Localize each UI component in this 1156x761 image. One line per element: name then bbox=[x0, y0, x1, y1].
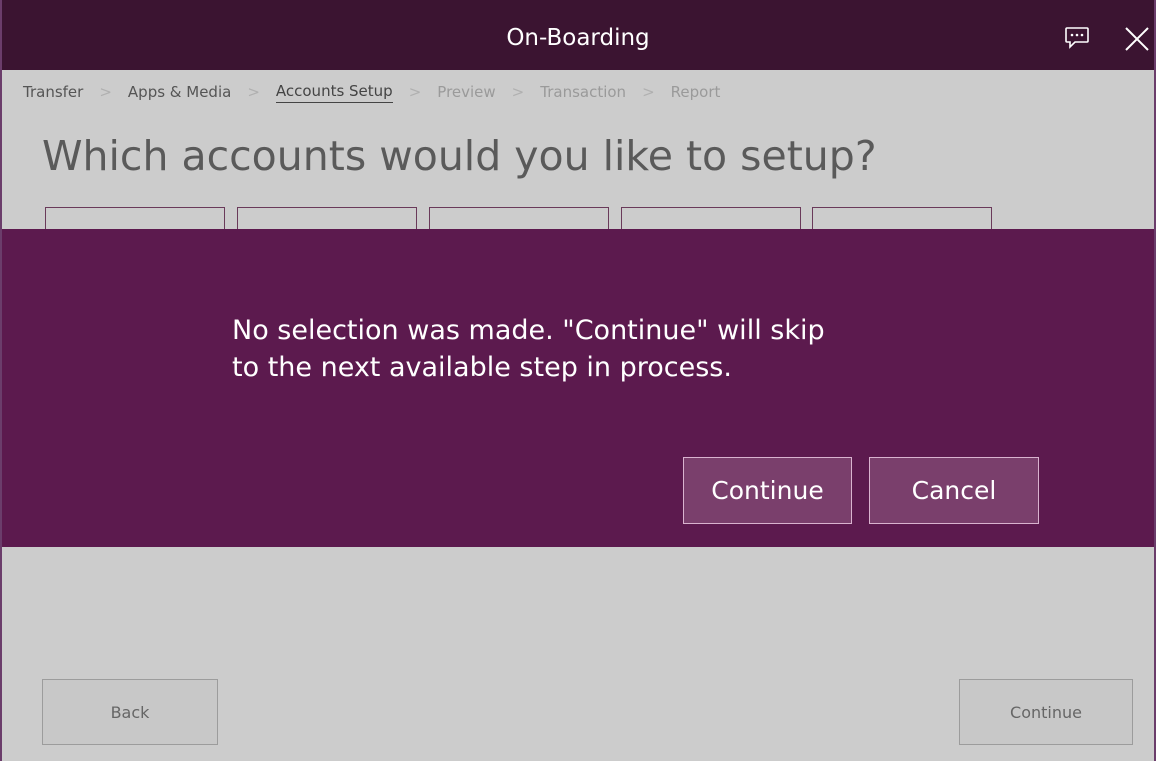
breadcrumb-step-transaction: Transaction bbox=[540, 83, 627, 101]
title-bar: On-Boarding bbox=[2, 0, 1154, 70]
breadcrumb-step-report: Report bbox=[670, 83, 721, 101]
breadcrumb-separator: > bbox=[99, 83, 112, 101]
breadcrumb-step-apps-media[interactable]: Apps & Media bbox=[128, 83, 231, 101]
breadcrumb-separator: > bbox=[408, 83, 422, 101]
back-button[interactable]: Back bbox=[42, 679, 218, 745]
dialog-message: No selection was made. "Continue" will s… bbox=[232, 312, 972, 386]
page-title: Which accounts would you like to setup? bbox=[42, 132, 877, 180]
breadcrumb-step-accounts-setup[interactable]: Accounts Setup bbox=[275, 82, 393, 103]
dialog-cancel-button[interactable]: Cancel bbox=[869, 457, 1039, 524]
close-icon[interactable] bbox=[1124, 26, 1150, 52]
breadcrumb-step-preview: Preview bbox=[437, 83, 496, 101]
dialog-message-line-2: to the next available step in process. bbox=[232, 352, 732, 383]
continue-button[interactable]: Continue bbox=[959, 679, 1133, 745]
onboarding-window: On-Boarding Transfer > Apps & Media > Ac… bbox=[0, 0, 1156, 761]
dialog-message-line-1: No selection was made. "Continue" will s… bbox=[232, 315, 825, 346]
breadcrumb-separator: > bbox=[511, 83, 525, 101]
breadcrumb: Transfer > Apps & Media > Accounts Setup… bbox=[23, 81, 720, 103]
breadcrumb-separator: > bbox=[642, 83, 655, 101]
no-selection-dialog: No selection was made. "Continue" will s… bbox=[2, 229, 1154, 547]
dialog-continue-button[interactable]: Continue bbox=[683, 457, 852, 524]
breadcrumb-separator: > bbox=[247, 83, 260, 101]
window-title: On-Boarding bbox=[506, 25, 650, 51]
breadcrumb-step-transfer[interactable]: Transfer bbox=[23, 83, 83, 101]
chat-feedback-icon[interactable] bbox=[1064, 26, 1090, 50]
